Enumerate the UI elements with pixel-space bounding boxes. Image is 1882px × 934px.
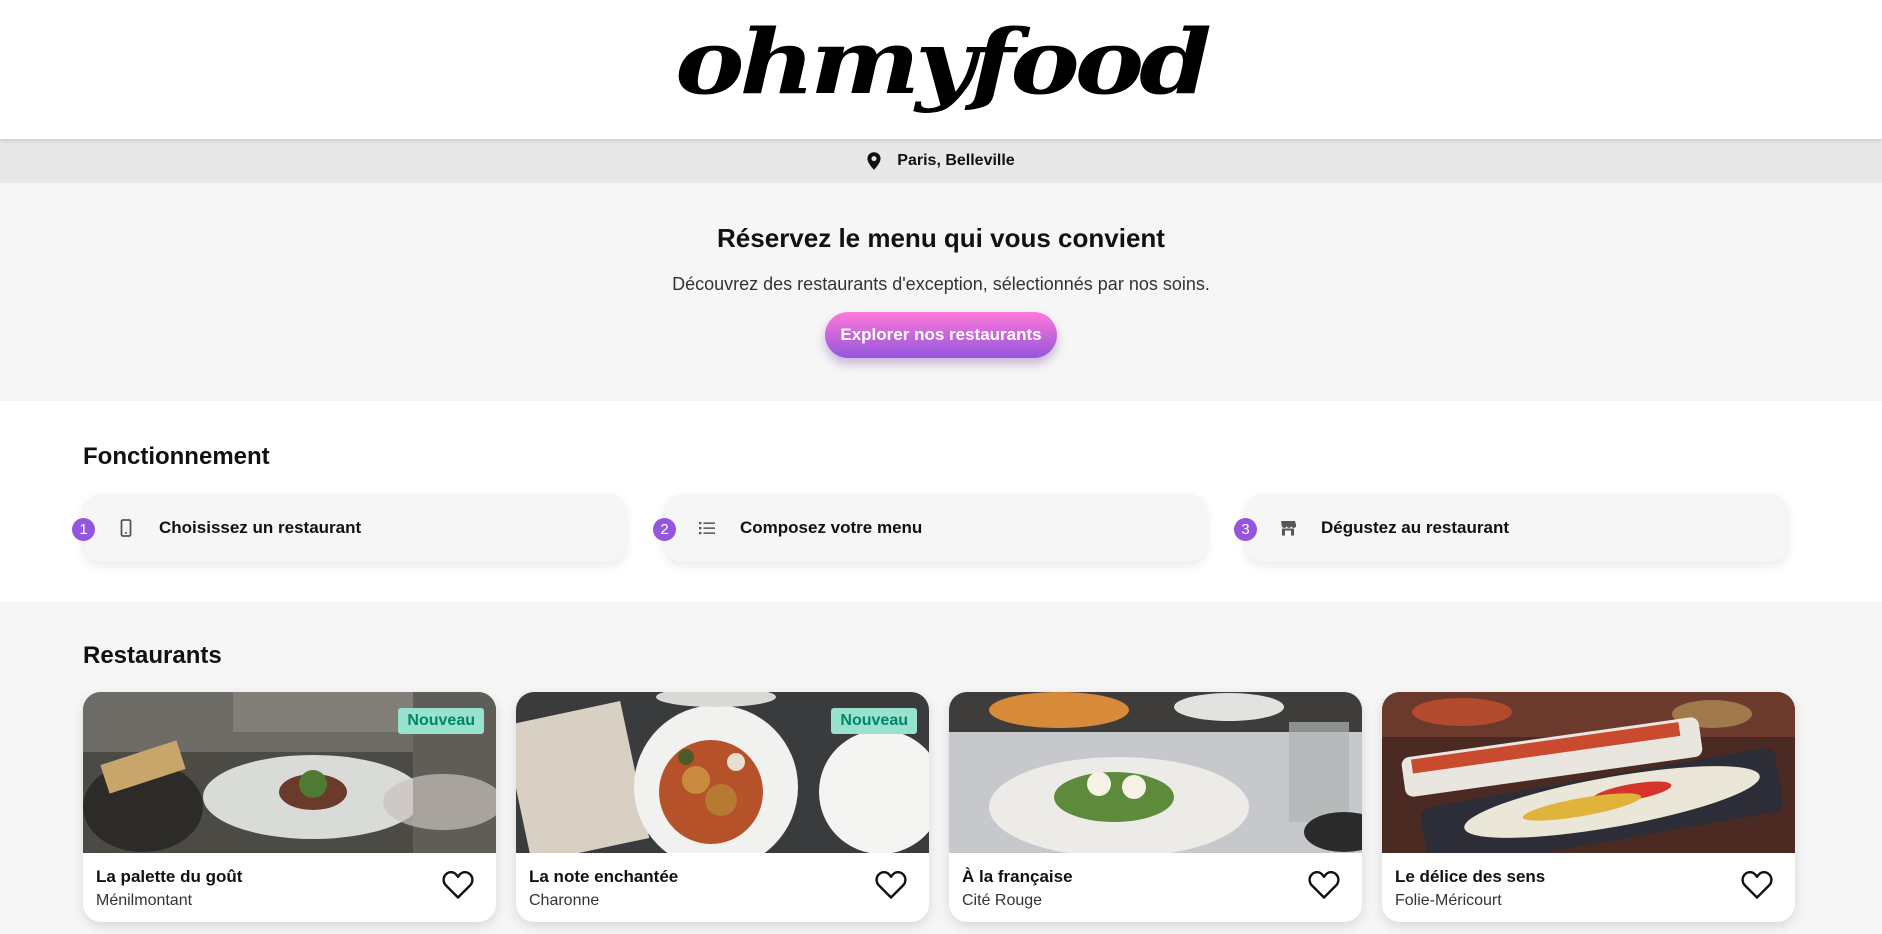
restaurant-area: Cité Rouge — [962, 892, 1043, 909]
card-body: La note enchantée Charonne — [516, 853, 929, 922]
step-card-3: 3 Dégustez au restaurant — [1234, 494, 1788, 562]
restaurant-name: La note enchantée — [529, 867, 679, 886]
restaurant-area: Ménilmontant — [96, 892, 193, 909]
site-header: ohmyfood — [0, 0, 1882, 139]
hero-section: Réservez le menu qui vous convient Décou… — [0, 183, 1882, 401]
restaurant-photo[interactable]: Nouveau — [83, 692, 496, 853]
location-bar[interactable]: Paris, Belleville — [0, 139, 1882, 183]
section-title-restaurants: Restaurants — [83, 642, 222, 669]
restaurants-section: Restaurants Nouveau La palette du goût M… — [0, 602, 1882, 922]
heart-icon[interactable] — [875, 870, 907, 900]
restaurant-card[interactable]: Nouveau La note enchantée Charonne — [516, 692, 929, 922]
card-body: La palette du goût Ménilmontant — [83, 853, 496, 922]
list-icon — [698, 519, 716, 537]
card-body: À la française Cité Rouge — [949, 853, 1362, 922]
new-badge: Nouveau — [831, 708, 917, 734]
restaurant-photo[interactable]: Nouveau — [516, 692, 929, 853]
step-label: Choisissez un restaurant — [159, 518, 362, 537]
steps-list: 1 Choisissez un restaurant 2 Composez vo… — [72, 494, 1799, 562]
heart-icon[interactable] — [1741, 870, 1773, 900]
restaurant-name: La palette du goût — [96, 867, 243, 886]
step-label: Dégustez au restaurant — [1321, 518, 1509, 537]
phone-icon — [117, 519, 135, 537]
restaurant-area: Charonne — [529, 892, 600, 909]
heart-icon[interactable] — [442, 870, 474, 900]
logo[interactable]: ohmyfood — [675, 16, 1212, 106]
hero-title: Réservez le menu qui vous convient — [717, 223, 1165, 253]
heart-icon[interactable] — [1308, 870, 1340, 900]
restaurant-cards: Nouveau La palette du goût Ménilmontant — [83, 692, 1799, 922]
hero-subtitle: Découvrez des restaurants d'exception, s… — [672, 274, 1210, 294]
restaurant-photo[interactable] — [949, 692, 1362, 853]
step-number: 1 — [72, 518, 95, 541]
map-pin-icon — [867, 152, 883, 170]
step-number: 3 — [1234, 518, 1257, 541]
restaurant-name: Le délice des sens — [1395, 867, 1546, 886]
step-number: 2 — [653, 518, 676, 541]
card-body: Le délice des sens Folie-Méricourt — [1382, 853, 1795, 922]
location-text: Paris, Belleville — [897, 152, 1015, 169]
restaurant-card[interactable]: Le délice des sens Folie-Méricourt — [1382, 692, 1795, 922]
new-badge: Nouveau — [398, 708, 484, 734]
restaurant-card[interactable]: Nouveau La palette du goût Ménilmontant — [83, 692, 496, 922]
restaurant-name: À la française — [962, 867, 1073, 886]
how-it-works-section: Fonctionnement 1 Choisissez un restauran… — [0, 401, 1882, 602]
step-card-1: 1 Choisissez un restaurant — [72, 494, 626, 562]
restaurant-card[interactable]: À la française Cité Rouge — [949, 692, 1362, 922]
store-icon — [1279, 519, 1297, 537]
explore-restaurants-button[interactable]: Explorer nos restaurants — [825, 312, 1057, 358]
step-label: Composez votre menu — [740, 518, 923, 537]
step-card-2: 2 Composez votre menu — [653, 494, 1207, 562]
section-title-how: Fonctionnement — [83, 443, 270, 470]
restaurant-photo[interactable] — [1382, 692, 1795, 853]
restaurant-area: Folie-Méricourt — [1395, 892, 1502, 909]
